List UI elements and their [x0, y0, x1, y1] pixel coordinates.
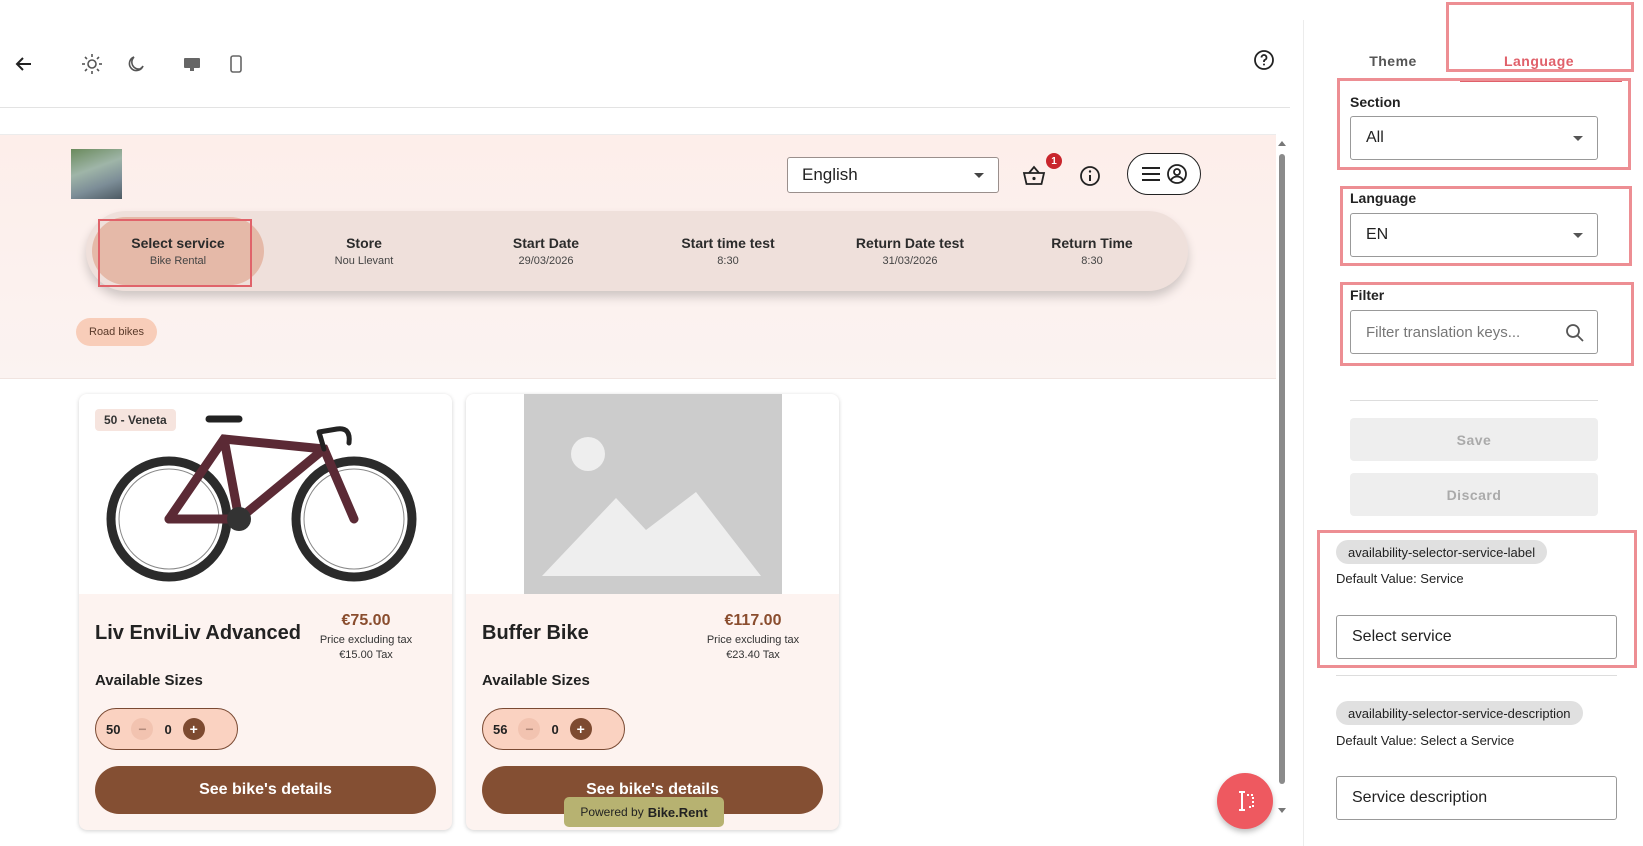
step-title: Start time test	[681, 235, 775, 251]
powered-by-brand: Bike.Rent	[647, 804, 708, 820]
scroll-up-icon	[1278, 141, 1286, 146]
step-value: 29/03/2026	[518, 255, 574, 267]
bike-name: Liv EnviLiv Advanced	[95, 622, 301, 644]
step-value: Nou Llevant	[334, 255, 394, 267]
language-code-value: EN	[1366, 226, 1389, 243]
translation-default-value: Default Value: Select a Service	[1336, 733, 1515, 748]
powered-by-prefix: Powered by	[580, 805, 644, 819]
bike-card: Buffer Bike €117.00 Price excluding tax …	[466, 394, 839, 830]
quantity-stepper: 56 − 0 +	[482, 708, 625, 750]
step-value: 8:30	[717, 255, 739, 267]
price-block: €117.00 Price excluding tax €23.40 Tax	[683, 612, 823, 661]
save-button[interactable]: Save	[1350, 418, 1598, 461]
filter-placeholder: Filter translation keys...	[1366, 323, 1521, 341]
quantity-stepper: 50 − 0 +	[95, 708, 238, 750]
back-arrow-icon[interactable]	[8, 48, 40, 80]
price-block: €75.00 Price excluding tax €15.00 Tax	[296, 612, 436, 661]
discard-button[interactable]: Discard	[1350, 473, 1598, 516]
translation-key-chip: availability-selector-service-label	[1336, 540, 1548, 564]
preview-scrollbar[interactable]	[1276, 134, 1288, 834]
step-select-service[interactable]: Select service Bike Rental	[92, 217, 264, 287]
cart-count-badge: 1	[1046, 153, 1062, 169]
bike-price: €75.00	[341, 612, 391, 629]
language-select[interactable]: English	[787, 157, 999, 193]
step-store[interactable]: Store Nou Llevant	[274, 211, 454, 291]
step-return-time[interactable]: Return Time 8:30	[1002, 211, 1182, 291]
chevron-down-icon	[1573, 136, 1583, 141]
step-title: Store	[346, 235, 382, 251]
decrement-button[interactable]: −	[131, 718, 154, 740]
available-sizes-label: Available Sizes	[482, 672, 590, 689]
editor-panel: Theme Language Section All Language EN F…	[1303, 2, 1643, 846]
language-select-value: English	[802, 165, 858, 184]
store-header: English 1 Select service Bike Rental Sto…	[0, 135, 1276, 379]
moon-icon[interactable]	[120, 48, 152, 80]
help-circle-icon[interactable]	[1248, 44, 1280, 76]
section-select[interactable]: All	[1350, 116, 1598, 160]
language-code-select[interactable]: EN	[1350, 213, 1598, 257]
powered-by-badge[interactable]: Powered by Bike.Rent	[564, 797, 724, 827]
scroll-down-icon	[1278, 808, 1286, 813]
price-note: Price excluding tax	[706, 634, 800, 646]
language-label: Language	[1350, 190, 1417, 206]
step-title: Return Date test	[855, 235, 965, 251]
step-return-date[interactable]: Return Date test 31/03/2026	[820, 211, 1000, 291]
translation-key-chip: availability-selector-service-descriptio…	[1336, 701, 1583, 725]
step-value: 8:30	[1081, 255, 1103, 267]
increment-button[interactable]: +	[569, 718, 592, 740]
translation-input[interactable]: Select service	[1336, 615, 1617, 659]
translation-editor-fab[interactable]	[1217, 773, 1273, 829]
translation-input[interactable]: Service description	[1336, 776, 1617, 820]
price-note: Price excluding tax	[319, 634, 413, 646]
quantity-value: 0	[551, 721, 559, 737]
step-title: Start Date	[512, 235, 580, 251]
decrement-button[interactable]: −	[518, 718, 541, 740]
filter-label: Filter	[1350, 287, 1385, 303]
available-sizes-label: Available Sizes	[95, 672, 203, 689]
step-start-date[interactable]: Start Date 29/03/2026	[456, 211, 636, 291]
bike-image[interactable]: 50 - Veneta	[79, 394, 452, 594]
app-root: English 1 Select service Bike Rental Sto…	[0, 0, 1643, 846]
panel-divider	[1350, 400, 1598, 401]
scrollbar-thumb[interactable]	[1279, 154, 1285, 784]
user-circle-icon	[1166, 164, 1187, 184]
step-value: 31/03/2026	[882, 255, 938, 267]
info-icon[interactable]	[1075, 161, 1105, 191]
account-menu-button[interactable]	[1127, 153, 1201, 195]
bike-card: 50 - Veneta Liv EnviLiv Advanced €75.00 …	[79, 394, 452, 830]
step-start-time[interactable]: Start time test 8:30	[638, 211, 818, 291]
text-cursor-icon	[1239, 791, 1254, 811]
bike-name: Buffer Bike	[482, 622, 589, 644]
step-value: Bike Rental	[149, 255, 207, 267]
phone-icon[interactable]	[220, 48, 252, 80]
step-title: Return Time	[1051, 235, 1133, 251]
monitor-icon[interactable]	[176, 48, 208, 80]
booking-stepper: Select service Bike Rental Store Nou Lle…	[86, 211, 1188, 291]
tax-amount: €23.40 Tax	[726, 649, 780, 661]
chevron-down-icon	[974, 173, 984, 178]
see-details-button[interactable]: See bike's details	[95, 766, 436, 814]
sun-icon[interactable]	[76, 48, 108, 80]
section-select-value: All	[1366, 129, 1384, 146]
search-icon	[1566, 324, 1584, 342]
store-logo	[71, 149, 122, 199]
quantity-value: 0	[164, 721, 172, 737]
menu-icon	[1141, 167, 1160, 181]
size-label-badge: 50 - Veneta	[95, 409, 176, 431]
filter-input[interactable]: Filter translation keys...	[1350, 310, 1598, 354]
bike-price: €117.00	[724, 612, 782, 629]
basket-icon[interactable]	[1019, 161, 1049, 191]
chevron-down-icon	[1573, 233, 1583, 238]
bike-image-placeholder[interactable]	[466, 394, 839, 594]
translation-default-value: Default Value: Service	[1336, 571, 1464, 586]
size-value: 50	[106, 721, 121, 737]
size-value: 56	[493, 721, 508, 737]
category-chip-road-bikes[interactable]: Road bikes	[76, 318, 158, 346]
step-title: Select service	[131, 235, 225, 251]
section-label: Section	[1350, 94, 1401, 110]
entry-divider	[1336, 675, 1617, 676]
tax-amount: €15.00 Tax	[339, 649, 393, 661]
increment-button[interactable]: +	[182, 718, 205, 740]
preview-toolbar	[0, 0, 1290, 108]
